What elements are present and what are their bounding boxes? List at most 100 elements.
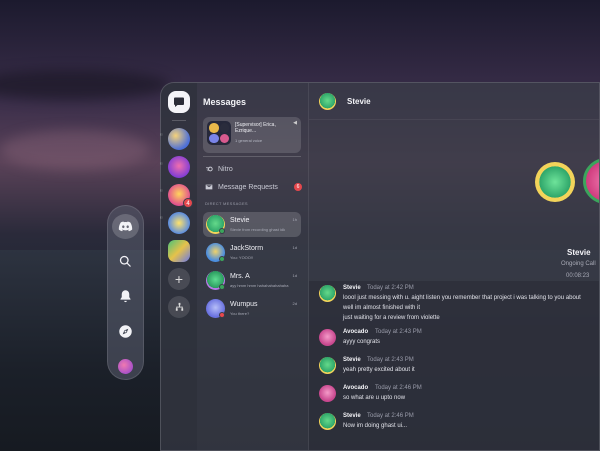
group-name: [Supervisor] Erica, Ezrique... bbox=[235, 122, 276, 134]
message-author[interactable]: Avocado bbox=[343, 329, 368, 335]
requests-count-badge: 6 bbox=[294, 183, 302, 191]
hierarchy-icon bbox=[175, 302, 183, 311]
chat-bubble-icon bbox=[174, 97, 184, 107]
dock-discord-button[interactable] bbox=[112, 214, 139, 239]
dm-preview: Stevie from recording ghast idk bbox=[230, 227, 286, 232]
call-duration: 00:08:23 bbox=[566, 273, 590, 279]
status-indicator bbox=[219, 256, 225, 262]
server-icon[interactable]: 4 bbox=[168, 184, 193, 208]
status-indicator bbox=[219, 312, 225, 318]
messages-title: Messages bbox=[203, 97, 247, 107]
explore-servers-button[interactable] bbox=[168, 296, 190, 318]
chat-title: Stevie bbox=[347, 97, 371, 106]
chat-header: Stevie bbox=[309, 83, 599, 119]
dock-search-button[interactable] bbox=[112, 249, 139, 274]
message-author[interactable]: Stevie bbox=[343, 285, 361, 291]
chat-area: Stevie Stevie Ongoing Call 00:08:23 Stev… bbox=[309, 83, 599, 450]
message-text: loool just messing with u. aight listen … bbox=[343, 295, 581, 301]
message-text: just waiting for a review from violette bbox=[343, 315, 440, 321]
background-cloud bbox=[0, 130, 150, 170]
nitro-link[interactable]: Nitro bbox=[205, 165, 233, 173]
message-text: Now im doing ghast ui... bbox=[343, 423, 408, 429]
server-rail: 4 + bbox=[161, 83, 197, 450]
message-time: Today at 2:46 PM bbox=[367, 413, 414, 419]
status-indicator bbox=[219, 228, 225, 234]
dm-preview: You: YOOO!! bbox=[230, 255, 254, 260]
status-indicator bbox=[219, 284, 225, 290]
dm-preview: ayy hmm hmm hahahahahahaha bbox=[230, 283, 289, 288]
message-time: Today at 2:43 PM bbox=[375, 329, 422, 335]
avatar[interactable] bbox=[319, 93, 336, 110]
nitro-icon bbox=[206, 166, 213, 172]
nitro-label: Nitro bbox=[218, 165, 233, 173]
message-author[interactable]: Stevie bbox=[343, 413, 361, 419]
dm-time: 1d bbox=[292, 273, 297, 278]
notification-badge: 4 bbox=[183, 198, 193, 208]
message-list[interactable]: Stevie Today at 2:42 PM loool just messi… bbox=[309, 281, 599, 450]
speaker-icon: ◀ bbox=[293, 120, 297, 126]
call-name: Stevie bbox=[567, 248, 591, 257]
call-status: Ongoing Call bbox=[561, 261, 596, 267]
message: Stevie Today at 2:42 PM loool just messi… bbox=[319, 285, 599, 325]
group-dm-card[interactable]: [Supervisor] Erica, Ezrique... 1 general… bbox=[203, 117, 301, 153]
dm-item-wumpus[interactable]: Wumpus You there? 2d bbox=[203, 296, 301, 321]
message-text: ayyy congrats bbox=[343, 339, 381, 345]
dock-notifications-button[interactable] bbox=[112, 284, 139, 309]
avatar[interactable] bbox=[319, 285, 336, 302]
message-text: yeah pretty excited about it bbox=[343, 367, 415, 373]
server-icon[interactable] bbox=[168, 212, 190, 234]
voice-call-panel: Stevie Ongoing Call 00:08:23 bbox=[309, 119, 599, 281]
divider bbox=[203, 156, 301, 157]
app-window: 4 + Messages [Supervisor] Erica, Ezrique… bbox=[160, 82, 600, 451]
dm-time: 2d bbox=[292, 301, 297, 306]
server-icon[interactable] bbox=[168, 156, 190, 178]
dm-time: 1h bbox=[292, 217, 297, 222]
message-time: Today at 2:42 PM bbox=[367, 285, 414, 291]
avatar[interactable] bbox=[319, 329, 336, 346]
message-text: well im almost finished with it bbox=[343, 305, 421, 311]
home-button[interactable] bbox=[168, 91, 190, 113]
message-author[interactable]: Avocado bbox=[343, 385, 368, 391]
dm-item-mrs-a[interactable]: Mrs. A ayy hmm hmm hahahahahahaha 1d bbox=[203, 268, 301, 293]
dm-item-stevie[interactable]: Stevie Stevie from recording ghast idk 1… bbox=[203, 212, 301, 237]
bell-icon bbox=[120, 290, 131, 303]
compass-icon bbox=[119, 325, 132, 338]
dm-item-jackstorm[interactable]: JackStorm You: YOOO!! 1d bbox=[203, 240, 301, 265]
dm-preview: You there? bbox=[230, 311, 250, 316]
dm-name: JackStorm bbox=[230, 245, 264, 252]
server-icon[interactable] bbox=[168, 240, 190, 262]
server-icon[interactable] bbox=[168, 128, 190, 150]
user-avatar bbox=[118, 359, 133, 374]
message-time: Today at 2:46 PM bbox=[375, 385, 422, 391]
message-requests-link[interactable]: Message Requests bbox=[205, 183, 278, 191]
message-text: so what are u upto now bbox=[343, 395, 406, 401]
direct-messages-column: Messages [Supervisor] Erica, Ezrique... … bbox=[197, 83, 309, 450]
dock-discover-button[interactable] bbox=[112, 319, 139, 344]
dm-name: Stevie bbox=[230, 217, 250, 224]
message-time: Today at 2:43 PM bbox=[367, 357, 414, 363]
call-participant-avatar[interactable] bbox=[535, 162, 575, 202]
message-author[interactable]: Stevie bbox=[343, 357, 361, 363]
call-participant-avatar[interactable] bbox=[583, 158, 599, 204]
discord-icon bbox=[118, 221, 133, 232]
section-label: DIRECT MESSAGES bbox=[205, 201, 248, 206]
group-voice-status: 1 general voice bbox=[235, 138, 263, 143]
avatar[interactable] bbox=[319, 413, 336, 430]
message-requests-label: Message Requests bbox=[218, 183, 278, 191]
plus-icon: + bbox=[174, 271, 184, 287]
envelope-icon bbox=[205, 184, 213, 190]
dm-name: Mrs. A bbox=[230, 273, 250, 280]
avatar[interactable] bbox=[319, 357, 336, 374]
rail-divider bbox=[172, 120, 186, 121]
message: Avocado Today at 2:46 PM so what are u u… bbox=[319, 385, 599, 407]
dm-name: Wumpus bbox=[230, 301, 258, 308]
message: Stevie Today at 2:46 PM Now im doing gha… bbox=[319, 413, 599, 435]
group-avatar bbox=[207, 121, 231, 145]
dm-time: 1d bbox=[292, 245, 297, 250]
search-icon bbox=[119, 255, 131, 267]
avatar[interactable] bbox=[319, 385, 336, 402]
message: Stevie Today at 2:43 PM yeah pretty exci… bbox=[319, 357, 599, 379]
background-cloud bbox=[0, 70, 170, 100]
dock-profile-button[interactable] bbox=[112, 354, 139, 379]
add-server-button[interactable]: + bbox=[168, 268, 190, 290]
